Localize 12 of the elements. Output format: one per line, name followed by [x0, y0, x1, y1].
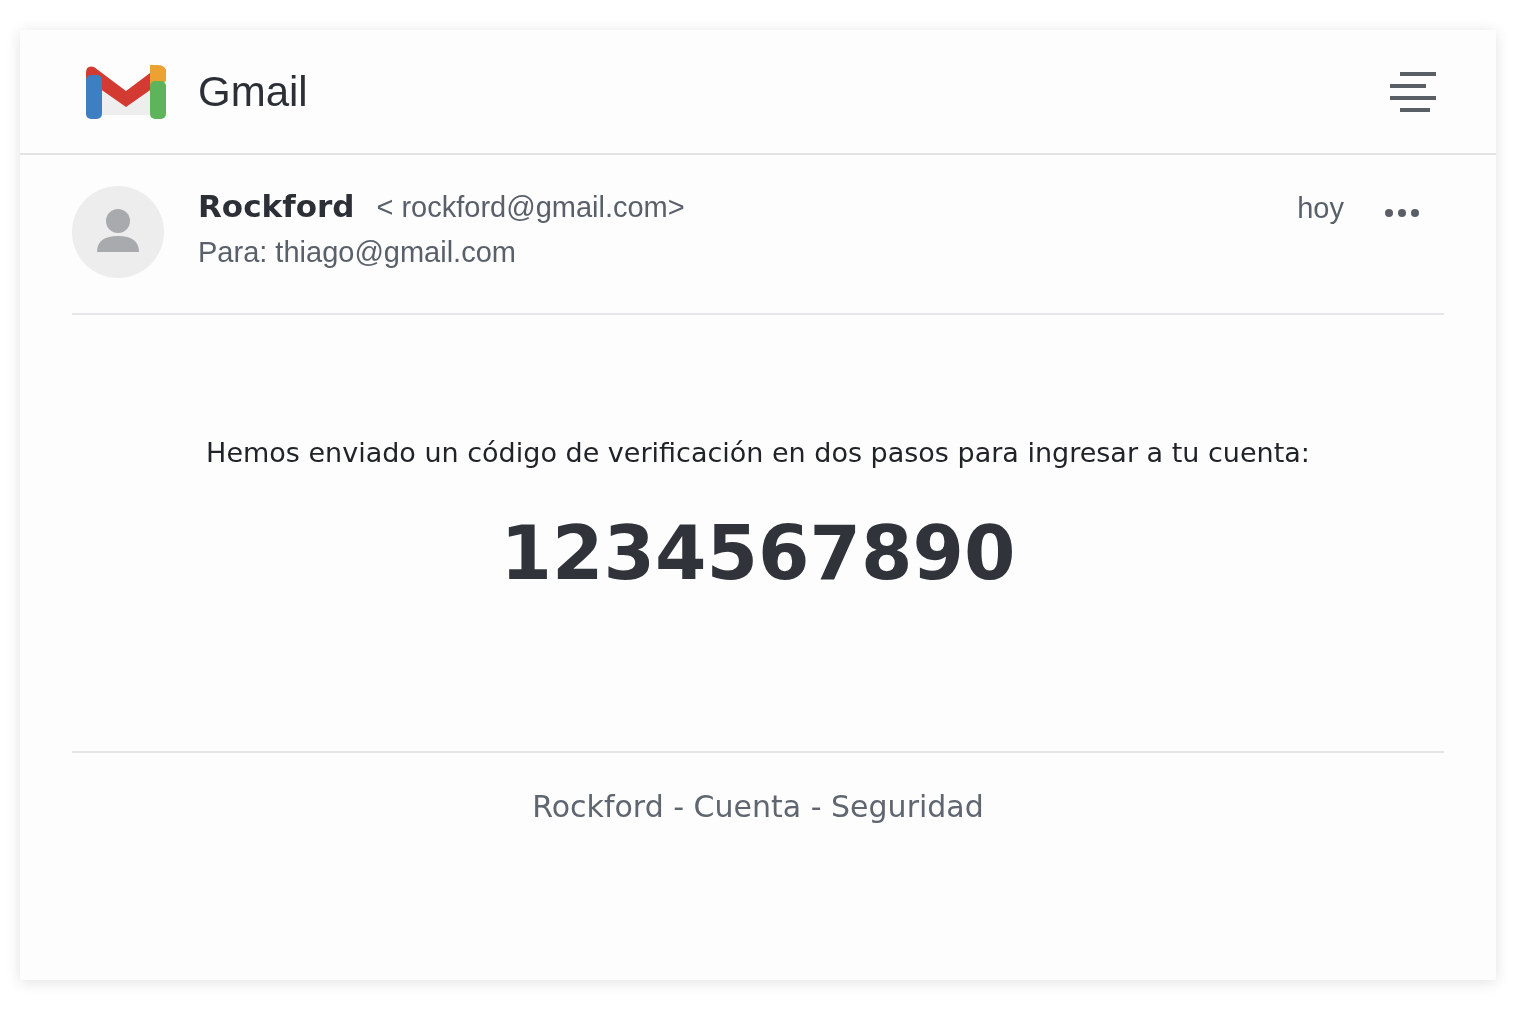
gmail-logo-icon — [86, 64, 166, 119]
footer-text: Rockford - Cuenta - Seguridad — [531, 789, 985, 824]
avatar-icon — [72, 186, 164, 278]
verification-code: 1234567890 — [500, 510, 1016, 596]
date-text: hoy — [1297, 192, 1344, 225]
app-title: Gmail — [198, 67, 309, 116]
sender-name: Rockford — [198, 188, 355, 224]
recipient-text: Para: thiago@gmail.com — [198, 236, 517, 269]
sender-email: < rockford@gmail.com> — [376, 191, 685, 224]
more-icon[interactable] — [1384, 208, 1420, 218]
message-text: Hemos enviado un código de verificación en dos pasos para ingresar a tu cuenta: — [206, 437, 1310, 468]
menu-icon[interactable] — [1390, 71, 1438, 112]
